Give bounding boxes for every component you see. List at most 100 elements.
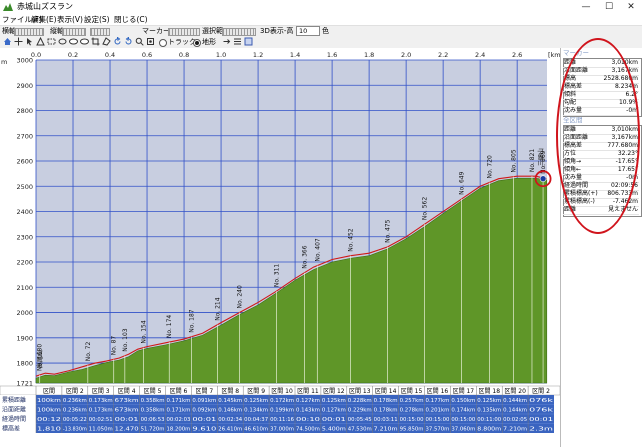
x-tick-label: 1.4 (290, 51, 300, 59)
section-cell: 0.091km (192, 398, 216, 404)
section-cell: 0.178km (374, 408, 398, 414)
x-unit-label: [km] (548, 51, 560, 59)
marker-info-row-label: 傾斜 (564, 91, 577, 98)
section-cell: 00:01 (115, 417, 139, 423)
section-cell: 26.410m (218, 427, 242, 433)
section-cell: 95.850m (400, 427, 424, 433)
menu-view[interactable]: 表示(V) (57, 14, 83, 25)
section-cell: 00:04:37 (244, 417, 268, 423)
all-info-row-value: 777.680m (607, 142, 638, 149)
zoom-in-icon[interactable] (80, 37, 89, 46)
all-info-row-value: -0m (626, 174, 638, 181)
section-cell: 0.146km (218, 408, 242, 414)
magnify-icon[interactable] (135, 37, 144, 46)
y-tick-label: 1900 (16, 334, 33, 342)
y-tick-label: 2700 (16, 132, 33, 140)
menu-edit[interactable]: 編集(E) (31, 14, 57, 25)
section-row-label: 標高差 (2, 425, 20, 433)
pan-icon[interactable] (14, 37, 23, 46)
y-axis-slider[interactable] (62, 28, 86, 36)
rotate-ccw-icon[interactable] (113, 37, 122, 46)
all-info-row-value: -17.65° (615, 158, 638, 165)
section-label: No. 366 (301, 245, 308, 269)
x-tick-label: 0.2 (68, 51, 78, 59)
y-unit-label: m (1, 58, 7, 66)
section-column-header: 区間 9 (247, 388, 265, 395)
end-point-label: 三頭山 (537, 148, 545, 166)
all-info-row: 距離 見えません (563, 206, 639, 215)
terrain-radio[interactable] (193, 39, 201, 47)
section-cell: 0.257km (400, 398, 424, 404)
marker-info-row-label: 沈み量 (564, 107, 583, 114)
marker-slider[interactable] (168, 28, 200, 36)
close-button[interactable]: ✕ (620, 0, 642, 14)
lasso-icon[interactable] (102, 37, 111, 46)
section-cell: 0.143km (296, 408, 320, 414)
track-radio[interactable] (159, 39, 167, 47)
ellipse-tool-icon[interactable] (58, 37, 67, 46)
zoom-out-icon[interactable] (69, 37, 78, 46)
extra-slider[interactable] (90, 28, 110, 36)
marker-info-row-label: 標高差 (564, 83, 583, 90)
section-cell: 1,810 (37, 427, 61, 433)
section-column-header: 区間 7 (195, 388, 213, 395)
section-cell: 100km (37, 408, 61, 414)
section-cell: 00:02:05 (503, 417, 527, 423)
x-axis-slider[interactable] (14, 28, 44, 36)
section-label: No. 72 (85, 342, 92, 362)
section-cell: 12.470 (115, 427, 139, 433)
menu-settings[interactable]: 設定(S) (84, 14, 110, 25)
section-cell: 11.050m (89, 427, 113, 433)
section-cell: 0.092km (192, 408, 216, 414)
y-tick-label: 2000 (16, 309, 33, 317)
all-info-row-label: 距離 (564, 206, 577, 213)
section-label: No. 475 (385, 219, 392, 243)
crop-icon[interactable] (91, 37, 100, 46)
section-cell: 673km (115, 408, 139, 414)
triangle-tool-icon[interactable] (36, 37, 45, 46)
all-info-row-label: 傾角← (564, 166, 582, 173)
view3d-height-input[interactable]: 10 (296, 26, 320, 36)
elevation-chart[interactable]: No. 1680 No. 72 No. 87 No. 103 No. 154 No. 17… (0, 48, 560, 447)
list-icon[interactable] (233, 37, 242, 46)
marker-info-row-value: 8.234m (614, 83, 638, 90)
elevation-profile-pane[interactable]: No. 1680 No. 72 No. 87 No. 103 No. 154 No. 17… (0, 48, 560, 447)
fit-view-icon[interactable] (146, 37, 155, 46)
section-column-header: 区間 17 (453, 388, 475, 395)
menu-close[interactable]: 閉じる(C) (114, 14, 148, 25)
section-row-label: 沿面距離 (2, 406, 26, 414)
cursor-icon[interactable] (25, 37, 34, 46)
grid-icon[interactable] (244, 37, 253, 46)
x-tick-label: 2.2 (438, 51, 448, 59)
section-cell: 00:12 (37, 417, 61, 423)
section-cell: -13.830m (63, 427, 87, 433)
x-tick-label: 1.8 (364, 51, 374, 59)
select-tool-icon[interactable] (47, 37, 56, 46)
section-cell: 0.145km (218, 398, 242, 404)
all-info-row-label: 累積標高(+) (564, 190, 598, 197)
section-cell: 0.134km (244, 408, 268, 414)
marker-info-row: 沈み量 -0m (563, 107, 639, 116)
section-label: No. 187 (188, 309, 195, 333)
selection-slider[interactable] (222, 28, 256, 36)
section-cell: 00:15:00 (400, 417, 424, 423)
minimize-button[interactable]: — (575, 0, 597, 14)
section-cell: 37.060m (451, 427, 475, 433)
home-icon[interactable] (3, 37, 12, 46)
section-cell: 5.400m (322, 427, 346, 433)
sync-icon[interactable] (222, 37, 231, 46)
section-label: No. 174 (166, 315, 173, 339)
section-label: No. 720 (486, 155, 493, 179)
all-info-row-value: 17.65° (617, 166, 638, 173)
section-cell: 00:15:00 (426, 417, 450, 423)
section-label: No. 240 (237, 285, 244, 309)
rotate-cw-icon[interactable] (124, 37, 133, 46)
section-cell: 0.174km (451, 408, 475, 414)
maximize-button[interactable]: ☐ (598, 0, 620, 14)
section-cell: 00:02:03 (167, 417, 191, 423)
section-cell: 74.500m (296, 427, 320, 433)
all-section-header: 全区間 (563, 116, 583, 124)
section-row-label: 経過時間 (2, 415, 26, 423)
section-cell: 0.144km (503, 408, 527, 414)
window-title: 赤城山ズスラン (17, 2, 73, 11)
